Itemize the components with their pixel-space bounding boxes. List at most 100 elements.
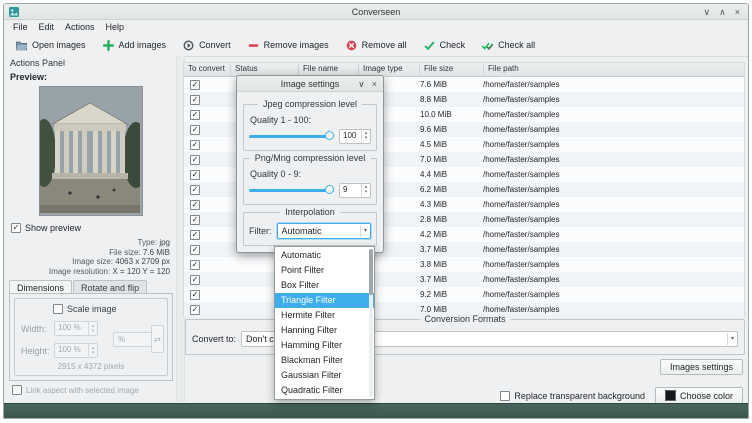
filter-option[interactable]: Hermite Filter — [275, 308, 374, 323]
width-spinbox[interactable]: 100 % ▴▾ — [54, 321, 98, 336]
row-checkbox[interactable]: ✓ — [190, 245, 200, 255]
screen: Converseen ∨ ∧ × File Edit Actions Help … — [0, 0, 752, 423]
check-label: Check — [440, 40, 466, 50]
row-file-path: /home/faster/samples — [479, 80, 744, 89]
height-spinbox[interactable]: 100 % ▴▾ — [54, 343, 98, 358]
dropdown-scrollbar[interactable] — [369, 249, 373, 397]
row-file-size: 8.8 MiB — [416, 95, 479, 104]
remove-images-label: Remove images — [264, 40, 329, 50]
col-file-path[interactable]: File path — [484, 63, 744, 76]
jpeg-quality-spinbox[interactable]: 100 ▴▾ — [339, 129, 371, 144]
col-file-size[interactable]: File size — [420, 63, 484, 76]
result-pixels-text: 2915 x 4372 pixels — [15, 362, 167, 371]
filter-option[interactable]: Hamming Filter — [275, 338, 374, 353]
filter-option[interactable]: Blackman Filter — [275, 353, 374, 368]
slider-handle[interactable] — [325, 131, 334, 140]
table-row[interactable]: ✓ 3.8 MiB /home/faster/samples — [184, 257, 744, 272]
conversion-formats-title: Conversion Formats — [419, 314, 510, 324]
row-file-path: /home/faster/samples — [479, 245, 744, 254]
row-checkbox[interactable]: ✓ — [190, 80, 200, 90]
scrollbar-thumb[interactable] — [369, 249, 373, 295]
row-checkbox[interactable]: ✓ — [190, 110, 200, 120]
link-aspect-checkbox[interactable]: Link aspect with selected image — [12, 385, 139, 395]
row-file-size: 6.2 MiB — [416, 185, 479, 194]
row-file-size: 9.2 MiB — [416, 290, 479, 299]
tab-rotate-flip[interactable]: Rotate and flip — [73, 280, 147, 294]
row-checkbox[interactable]: ✓ — [190, 215, 200, 225]
replace-transparent-label: Replace transparent background — [514, 391, 645, 401]
menu-help[interactable]: Help — [101, 21, 130, 33]
dialog-controls: ∨ × — [358, 79, 383, 89]
scale-image-checkbox[interactable]: Scale image — [53, 304, 117, 314]
window-title: Converseen — [4, 7, 748, 17]
row-file-path: /home/faster/samples — [479, 275, 744, 284]
titlebar[interactable]: Converseen ∨ ∧ × — [4, 4, 748, 20]
row-checkbox[interactable]: ✓ — [190, 275, 200, 285]
convert-button[interactable]: Convert — [177, 37, 236, 54]
images-settings-label: Images settings — [670, 362, 733, 372]
row-checkbox[interactable]: ✓ — [190, 125, 200, 135]
actions-panel-title: Actions Panel — [10, 58, 65, 68]
close-icon[interactable]: × — [735, 7, 740, 17]
check-all-button[interactable]: Check all — [476, 37, 540, 54]
filter-label: Filter: — [249, 226, 272, 236]
open-images-button[interactable]: Open images — [10, 37, 91, 54]
menu-actions[interactable]: Actions — [60, 21, 100, 33]
dialog-titlebar[interactable]: Image settings ∨ × — [237, 76, 383, 92]
row-checkbox[interactable]: ✓ — [190, 185, 200, 195]
window-controls: ∨ ∧ × — [704, 7, 748, 17]
filter-option[interactable]: Triangle Filter — [275, 293, 374, 308]
jpeg-quality-value: 100 — [340, 130, 361, 143]
row-checkbox[interactable]: ✓ — [190, 290, 200, 300]
building-photo — [40, 87, 140, 213]
width-spin-buttons[interactable]: ▴▾ — [88, 322, 97, 335]
png-quality-slider[interactable] — [249, 184, 334, 197]
remove-images-button[interactable]: Remove images — [242, 37, 334, 54]
filter-option[interactable]: Gaussian Filter — [275, 368, 374, 383]
row-checkbox[interactable]: ✓ — [190, 95, 200, 105]
menu-edit[interactable]: Edit — [34, 21, 60, 33]
remove-all-label: Remove all — [362, 40, 407, 50]
jpeg-quality-slider[interactable] — [249, 130, 334, 143]
link-dimensions-button[interactable]: ⇄ — [151, 325, 164, 353]
images-settings-button[interactable]: Images settings — [660, 359, 743, 375]
remove-all-button[interactable]: Remove all — [340, 37, 412, 54]
row-checkbox[interactable]: ✓ — [190, 200, 200, 210]
png-spin-buttons[interactable]: ▴▾ — [361, 184, 370, 197]
table-row[interactable]: ✓ 3.7 MiB /home/faster/samples — [184, 272, 744, 287]
row-checkbox[interactable]: ✓ — [190, 260, 200, 270]
row-checkbox[interactable]: ✓ — [190, 305, 200, 315]
jpeg-spin-buttons[interactable]: ▴▾ — [361, 130, 370, 143]
filter-combobox[interactable]: Automatic ▾ — [277, 223, 372, 239]
col-to-convert[interactable]: To convert — [184, 63, 231, 76]
replace-transparent-checkbox[interactable]: Replace transparent background — [500, 391, 645, 401]
minimize-icon[interactable]: ∨ — [704, 7, 711, 17]
tab-dimensions[interactable]: Dimensions — [9, 280, 72, 294]
show-preview-checkbox[interactable]: ✓ Show preview — [11, 223, 81, 233]
add-images-button[interactable]: Add images — [97, 37, 172, 54]
choose-color-button[interactable]: Choose color — [655, 387, 743, 404]
scale-image-label: Scale image — [67, 304, 117, 314]
row-file-path: /home/faster/samples — [479, 110, 744, 119]
row-file-size: 4.2 MiB — [416, 230, 479, 239]
dialog-minimize-icon[interactable]: ∨ — [358, 79, 365, 89]
maximize-icon[interactable]: ∧ — [719, 7, 726, 17]
filter-option[interactable]: Point Filter — [275, 263, 374, 278]
dimensions-tab-panel: Scale image Width: 100 % ▴▾ Height: — [9, 293, 173, 381]
filter-option[interactable]: Automatic — [275, 248, 374, 263]
check-button[interactable]: Check — [418, 37, 471, 54]
row-checkbox[interactable]: ✓ — [190, 170, 200, 180]
filter-option[interactable]: Box Filter — [275, 278, 374, 293]
slider-handle[interactable] — [325, 185, 334, 194]
menu-file[interactable]: File — [8, 21, 33, 33]
dialog-close-icon[interactable]: × — [372, 79, 377, 89]
filter-option[interactable]: Hanning Filter — [275, 323, 374, 338]
row-checkbox[interactable]: ✓ — [190, 230, 200, 240]
filter-option[interactable]: Quadratic Filter — [275, 383, 374, 398]
height-spin-buttons[interactable]: ▴▾ — [88, 344, 97, 357]
table-row[interactable]: ✓ 9.2 MiB /home/faster/samples — [184, 287, 744, 302]
row-checkbox[interactable]: ✓ — [190, 155, 200, 165]
row-checkbox[interactable]: ✓ — [190, 140, 200, 150]
convert-to-label: Convert to: — [192, 334, 236, 344]
png-quality-spinbox[interactable]: 9 ▴▾ — [339, 183, 371, 198]
